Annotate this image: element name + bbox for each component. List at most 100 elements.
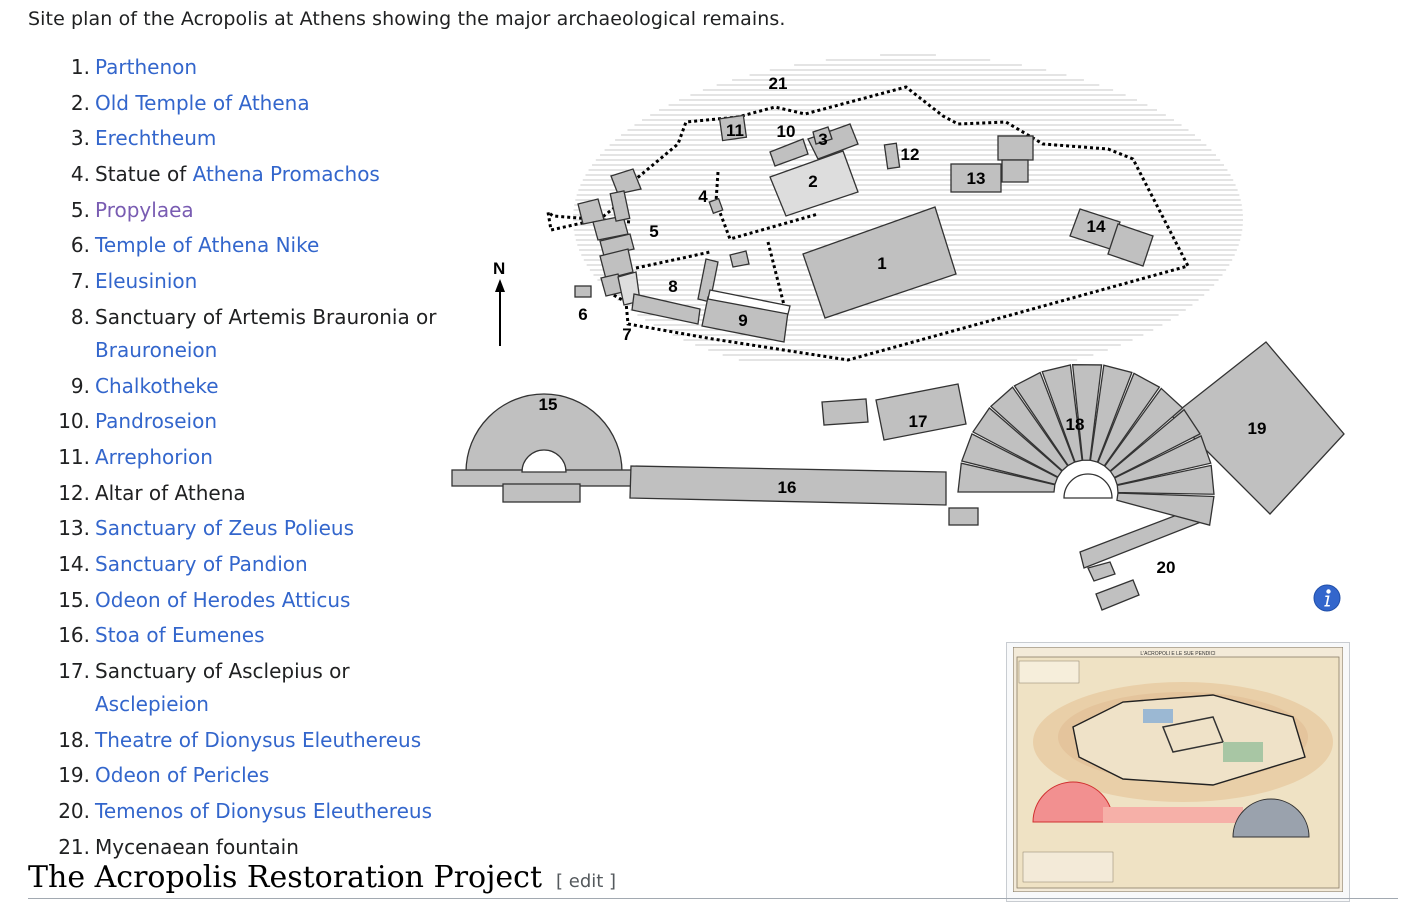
site-link[interactable]: Asclepieion [95, 692, 209, 716]
site-link[interactable]: Athena Promachos [193, 162, 380, 186]
site-link[interactable]: Arrephorion [95, 445, 213, 469]
site-link[interactable]: Sanctuary of Pandion [95, 552, 308, 576]
site-link[interactable]: Eleusinion [95, 269, 197, 293]
plan-label-15: 15 [539, 395, 558, 414]
list-item-text: Odeon of Herodes Atticus [95, 584, 458, 617]
list-item-text: Odeon of Pericles [95, 759, 458, 792]
list-item-text: Propylaea [95, 194, 458, 227]
list-item-number: 7. [70, 269, 90, 294]
list-item: 13. Sanctuary of Zeus Polieus [28, 512, 458, 545]
acropolis-site-plan[interactable]: N 1 2 3 4 5 6 7 8 9 10 11 12 13 14 15 16… [448, 44, 1348, 614]
plan-label-10: 10 [777, 122, 796, 141]
site-link[interactable]: Parthenon [95, 55, 197, 79]
list-item: 9. Chalkotheke [28, 370, 458, 403]
list-item-text: Mycenaean fountain [95, 831, 458, 864]
list-item: 2. Old Temple of Athena [28, 87, 458, 120]
plan-label-5: 5 [649, 222, 658, 241]
site-link[interactable]: Chalkotheke [95, 374, 219, 398]
plan-label-14: 14 [1087, 217, 1106, 236]
list-item-text: Arrephorion [95, 441, 458, 474]
list-item-text: Altar of Athena [95, 477, 458, 510]
list-item-number: 15. [58, 587, 90, 612]
north-label: N [493, 259, 505, 278]
plan-label-8: 8 [668, 277, 677, 296]
plan-label-2: 2 [808, 172, 817, 191]
historic-map-image: L'ACROPOLI E LE SUE PENDICI [1013, 647, 1343, 892]
list-item: 14. Sanctuary of Pandion [28, 548, 458, 581]
list-item-text: Erechtheum [95, 122, 458, 155]
edit-section-link[interactable]: [ edit ] [556, 871, 616, 892]
section-heading: The Acropolis Restoration Project [ edit … [28, 860, 616, 895]
list-item: 20. Temenos of Dionysus Eleuthereus [28, 795, 458, 828]
site-text: Sanctuary of Artemis Brauronia or [95, 304, 437, 329]
plan-label-11: 11 [726, 121, 744, 140]
plan-label-19: 19 [1248, 419, 1267, 438]
list-item-text: Pandroseion [95, 405, 458, 438]
list-item-number: 17. [58, 659, 90, 683]
plan-label-20: 20 [1157, 558, 1176, 577]
site-link[interactable]: Odeon of Pericles [95, 763, 269, 787]
list-item: 17. Sanctuary of Asclepius or Asclepieion [28, 655, 458, 721]
plan-label-6: 6 [578, 305, 587, 324]
list-item-number: 5. [70, 197, 90, 222]
list-item-number: 14. [58, 551, 90, 576]
list-item: 18. Theatre of Dionysus Eleuthereus [28, 724, 458, 757]
theatre-orchestra [1063, 473, 1113, 499]
list-item-number: 11. [58, 444, 90, 469]
list-item-text: Sanctuary of Artemis Brauronia or Brauro… [95, 301, 458, 367]
list-item-number: 20. [58, 799, 90, 824]
heading-rule [28, 898, 1398, 899]
plan-label-1: 1 [877, 254, 886, 273]
site-link[interactable]: Sanctuary of Zeus Polieus [95, 516, 354, 540]
info-icon[interactable] [1313, 584, 1341, 612]
list-item-number: 13. [58, 516, 90, 541]
list-item-number: 6. [70, 233, 90, 258]
site-link[interactable]: Propylaea [95, 198, 194, 222]
plan-label-13: 13 [967, 169, 986, 188]
plan-label-7: 7 [622, 325, 631, 344]
site-text: Statue of [95, 162, 193, 187]
list-item-text: Sanctuary of Asclepius or Asclepieion [95, 655, 458, 721]
list-item-number: 18. [58, 727, 90, 752]
historic-map-thumbnail[interactable]: L'ACROPOLI E LE SUE PENDICI [1006, 642, 1350, 902]
site-link[interactable]: Old Temple of Athena [95, 91, 310, 115]
list-item: 10. Pandroseion [28, 405, 458, 438]
list-item: 11. Arrephorion [28, 441, 458, 474]
site-link[interactable]: Stoa of Eumenes [95, 623, 265, 647]
list-item-number: 8. [70, 304, 90, 329]
list-item-text: Old Temple of Athena [95, 87, 458, 120]
site-link[interactable]: Temenos of Dionysus Eleuthereus [95, 799, 432, 823]
plan-label-9: 9 [738, 311, 747, 330]
plan-label-12: 12 [901, 145, 920, 164]
site-text: Mycenaean fountain [95, 834, 299, 859]
list-item: 4. Statue of Athena Promachos [28, 158, 458, 191]
list-item-text: Eleusinion [95, 265, 458, 298]
list-item-text: Stoa of Eumenes [95, 619, 458, 652]
site-link[interactable]: Brauroneion [95, 338, 217, 362]
list-item-number: 2. [70, 90, 90, 115]
plan-label-18: 18 [1066, 415, 1085, 434]
site-link[interactable]: Odeon of Herodes Atticus [95, 588, 350, 612]
list-item: 8. Sanctuary of Artemis Brauronia or Brau… [28, 301, 458, 367]
list-item-text: Parthenon [95, 51, 458, 84]
list-item-number: 3. [70, 126, 90, 151]
list-item: 19. Odeon of Pericles [28, 759, 458, 792]
list-item: 16. Stoa of Eumenes [28, 619, 458, 652]
list-item-text: Chalkotheke [95, 370, 458, 403]
list-item: 12. Altar of Athena [28, 477, 458, 510]
list-item-text: Theatre of Dionysus Eleuthereus [95, 724, 458, 757]
site-link[interactable]: Temple of Athena Nike [95, 233, 319, 257]
list-item: 7. Eleusinion [28, 265, 458, 298]
section-title: The Acropolis Restoration Project [28, 860, 543, 895]
list-item-number: 1. [70, 55, 90, 79]
list-item-number: 9. [70, 373, 90, 398]
site-list: 1. Parthenon 2. Old Temple of Athena 3. Erech… [28, 51, 458, 866]
list-item-number: 4. [70, 162, 90, 187]
list-item-number: 16. [58, 623, 90, 648]
site-link[interactable]: Theatre of Dionysus Eleuthereus [95, 728, 421, 752]
site-link[interactable]: Erechtheum [95, 126, 216, 150]
list-item: 6. Temple of Athena Nike [28, 229, 458, 262]
north-arrow: N [493, 259, 505, 346]
list-item-text: Temenos of Dionysus Eleuthereus [95, 795, 458, 828]
site-link[interactable]: Pandroseion [95, 409, 217, 433]
